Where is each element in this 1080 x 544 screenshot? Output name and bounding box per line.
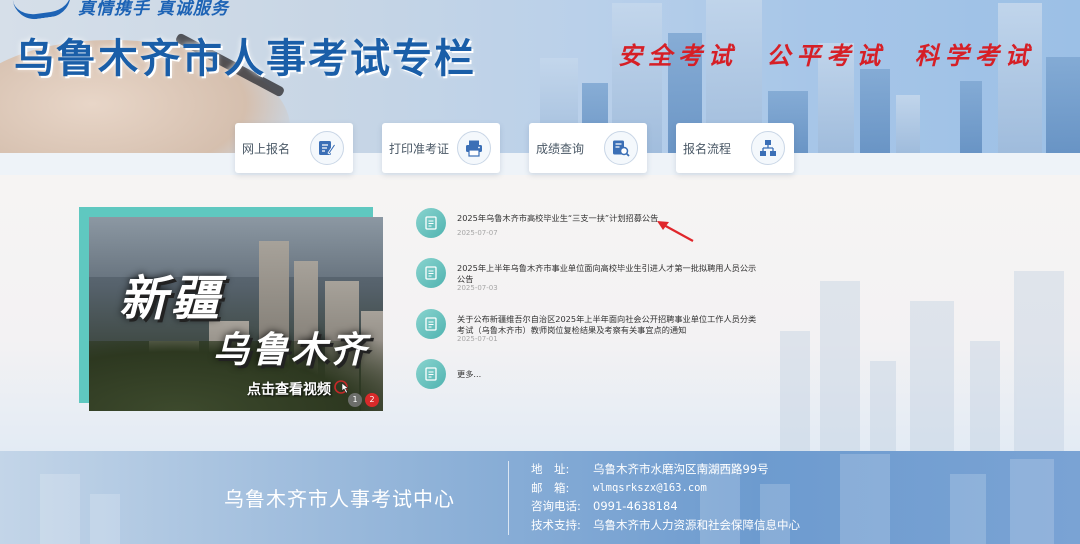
motto-item: 公平考试 — [766, 41, 887, 70]
phone-value: 0991-4638184 — [593, 499, 678, 513]
nav-label: 打印准考证 — [389, 141, 450, 156]
document-icon — [416, 208, 446, 238]
document-icon — [416, 258, 446, 288]
nav-score-query[interactable]: 成绩查询 — [529, 123, 647, 173]
footer-divider — [508, 461, 509, 535]
logo: 真情携手 真诚服务 — [12, 0, 229, 22]
quick-nav: 网上报名 打印准考证 成绩查询 报名流程 — [0, 123, 1080, 175]
video-title-line2: 乌鲁木齐 — [213, 329, 370, 371]
email-label: 邮 箱: — [531, 480, 570, 495]
phone-label: 咨询电话: — [531, 499, 581, 513]
email-link[interactable]: wlmqsrkszx@163.com — [593, 479, 707, 498]
support-value: 乌鲁木齐市人力资源和社会保障信息中心 — [593, 517, 800, 532]
nav-print-admission-ticket[interactable]: 打印准考证 — [382, 123, 500, 173]
search-document-icon — [604, 131, 638, 165]
slogan: 真情携手 真诚服务 — [78, 0, 229, 19]
footer-contact-info: 地 址: 乌鲁木齐市水磨沟区南湖西路99号 邮 箱: wlmqsrkszx@163.… — [531, 460, 800, 534]
support-label: 技术支持: — [531, 517, 581, 532]
more-link[interactable]: 更多... — [457, 369, 757, 380]
nav-registration-process[interactable]: 报名流程 — [676, 123, 794, 173]
nav-online-registration[interactable]: 网上报名 — [235, 123, 353, 173]
video-thumbnail[interactable]: 新疆 乌鲁木齐 点击查看视频 1 2 — [89, 217, 383, 411]
annotation-arrow-icon — [657, 221, 694, 242]
carousel-dot-active[interactable]: 2 — [365, 393, 379, 407]
nav-label: 网上报名 — [242, 141, 291, 156]
play-video-link[interactable]: 点击查看视频 — [247, 379, 352, 399]
printer-icon — [457, 131, 491, 165]
news-title-link[interactable]: 2025年上半年乌鲁木齐市事业单位面向高校毕业生引进人才第一批拟聘用人员公示公告 — [457, 263, 757, 285]
play-hint-label: 点击查看视频 — [247, 382, 331, 398]
news-date: 2025-07-01 — [457, 335, 498, 343]
edit-icon — [310, 131, 344, 165]
video-title-line1: 新疆 — [119, 271, 224, 327]
document-icon — [416, 309, 446, 339]
nav-label: 报名流程 — [683, 141, 732, 156]
carousel-dot[interactable]: 1 — [348, 393, 362, 407]
motto: 安全考试 公平考试 科学考试 — [618, 36, 1049, 71]
video-carousel[interactable]: 新疆 乌鲁木齐 点击查看视频 1 2 — [79, 207, 383, 411]
carousel-pagination: 1 2 — [348, 393, 379, 407]
nav-label: 成绩查询 — [536, 141, 585, 156]
page-title: 乌鲁木齐市人事考试专栏 — [14, 36, 476, 82]
news-date: 2025-07-07 — [457, 229, 498, 237]
background-city — [760, 251, 1080, 451]
footer-org-name: 乌鲁木齐市人事考试中心 — [224, 487, 455, 511]
motto-item: 安全考试 — [618, 41, 738, 70]
address-label: 地 址: — [531, 462, 570, 476]
flowchart-icon — [751, 131, 785, 165]
motto-item: 科学考试 — [914, 41, 1035, 70]
news-title-link[interactable]: 2025年乌鲁木齐市高校毕业生“三支一扶”计划招募公告 — [457, 213, 757, 224]
footer: 乌鲁木齐市人事考试中心 地 址: 乌鲁木齐市水磨沟区南湖西路99号 邮 箱: wlm… — [0, 451, 1080, 544]
news-date: 2025-07-03 — [457, 284, 498, 292]
address-value: 乌鲁木齐市水磨沟区南湖西路99号 — [593, 462, 769, 476]
news-title-link[interactable]: 关于公布新疆维吾尔自治区2025年上半年面向社会公开招聘事业单位工作人员分类考试… — [457, 314, 757, 336]
document-icon — [416, 359, 446, 389]
logo-swoosh-icon — [12, 0, 74, 22]
